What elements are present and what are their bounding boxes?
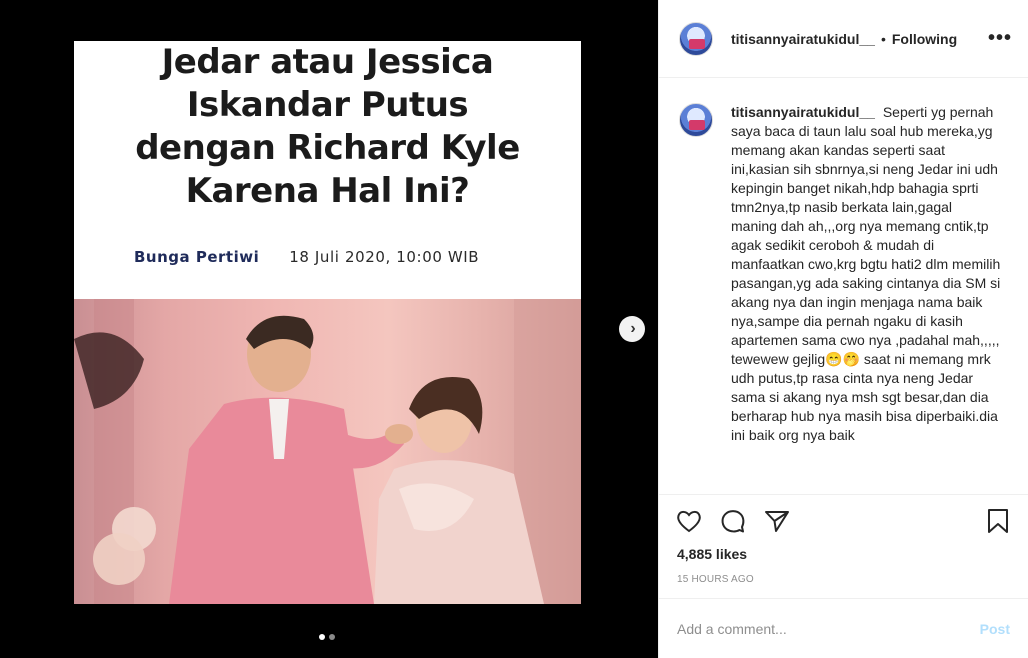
following-button[interactable]: Following — [892, 31, 957, 47]
carousel-next-button[interactable]: › — [619, 316, 645, 342]
article-date: 18 Juli 2020, 10:00 WIB — [289, 248, 480, 266]
bookmark-icon[interactable] — [984, 507, 1012, 535]
carousel-dot-1 — [319, 634, 325, 640]
post-image[interactable]: Jedar atau Jessica Iskandar Putus dengan… — [74, 41, 581, 604]
comments-section[interactable]: titisannyairatukidul__ Seperti yg pernah… — [659, 79, 1028, 494]
article-headline-area: Jedar atau Jessica Iskandar Putus dengan… — [74, 41, 581, 271]
comment-icon[interactable] — [719, 507, 747, 535]
media-pane: Jedar atau Jessica Iskandar Putus dengan… — [0, 0, 658, 658]
post-comment-button[interactable]: Post — [980, 621, 1010, 637]
couple-photo-illustration — [74, 299, 581, 604]
actions-area: 4,885 likes 15 HOURS AGO — [659, 494, 1028, 585]
add-comment-input[interactable] — [677, 620, 980, 637]
post-header: titisannyairatukidul__ • Following ••• — [659, 0, 1028, 78]
carousel-dot-2 — [329, 634, 335, 640]
avatar[interactable] — [679, 21, 713, 56]
post-side-panel: titisannyairatukidul__ • Following ••• t… — [658, 0, 1028, 658]
heart-icon[interactable] — [675, 507, 703, 535]
post-timestamp[interactable]: 15 HOURS AGO — [659, 562, 1028, 585]
caption-text: Seperti yg pernah saya baca di taun lalu… — [731, 104, 1001, 443]
avatar[interactable] — [679, 103, 713, 137]
post-caption: titisannyairatukidul__ Seperti yg pernah… — [731, 103, 1001, 494]
article-byline: Bunga Pertiwi 18 Juli 2020, 10:00 WIB — [134, 248, 554, 266]
caption-username[interactable]: titisannyairatukidul__ — [731, 104, 875, 120]
action-bar — [659, 495, 1028, 547]
carousel-indicator — [319, 634, 335, 640]
header-username[interactable]: titisannyairatukidul__ — [731, 31, 875, 47]
comment-box: Post — [659, 598, 1028, 658]
header-separator: • — [880, 30, 886, 47]
couple-photo — [74, 299, 581, 604]
more-options-icon[interactable]: ••• — [988, 27, 1012, 50]
likes-count[interactable]: 4,885 likes — [659, 546, 1028, 562]
chevron-right-icon: › — [630, 320, 636, 337]
article-headline: Jedar atau Jessica Iskandar Putus dengan… — [135, 42, 520, 211]
article-author: Bunga Pertiwi — [134, 248, 260, 266]
share-icon[interactable] — [763, 507, 791, 535]
